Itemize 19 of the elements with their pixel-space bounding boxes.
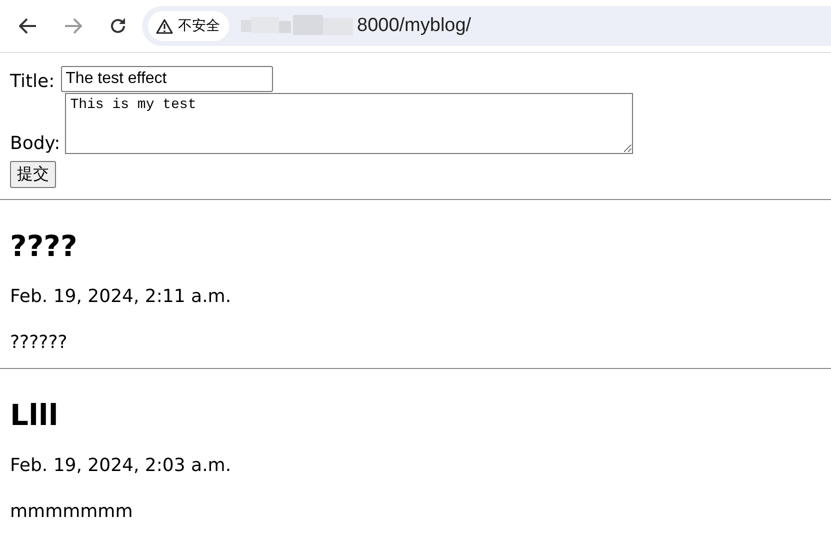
post-title: ???? — [10, 228, 78, 265]
post-body: mmmmmmm — [10, 500, 134, 524]
post-title: Llll — [10, 397, 60, 434]
post-body: ?????? — [10, 331, 68, 355]
submit-button[interactable]: 提交 — [10, 161, 56, 188]
body-textarea[interactable]: This is my test — [65, 93, 634, 154]
field-label: Body: — [10, 133, 60, 154]
post-date: Feb. 19, 2024, 2:03 a.m. — [10, 454, 232, 478]
security-chip[interactable]: 不安全 — [148, 11, 229, 41]
forward-icon[interactable] — [64, 18, 82, 34]
post-date: Feb. 19, 2024, 2:11 a.m. — [10, 285, 232, 309]
address-bar[interactable]: 不安全 8000/myblog/ — [142, 6, 831, 46]
warning-icon — [156, 18, 173, 34]
url-text[interactable]: 8000/myblog/ — [357, 15, 472, 37]
reload-icon[interactable] — [109, 17, 127, 35]
title-input[interactable]: The test effect — [60, 66, 273, 92]
security-label: 不安全 — [178, 17, 220, 35]
field-label: Title: — [10, 71, 55, 92]
back-icon[interactable] — [19, 18, 37, 34]
